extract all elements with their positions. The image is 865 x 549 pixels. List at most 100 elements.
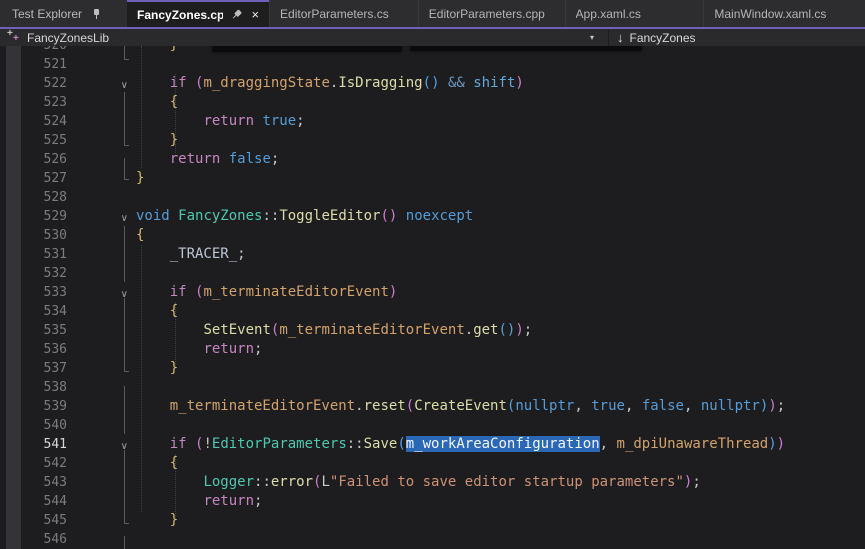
- code-text: SetEvent(m_terminateEditorEvent.get());: [136, 321, 532, 340]
- code-line[interactable]: 535 SetEvent(m_terminateEditorEvent.get(…: [0, 321, 865, 340]
- line-number: 540: [0, 416, 67, 435]
- code-line[interactable]: 539 m_terminateEditorEvent.reset(CreateE…: [0, 397, 865, 416]
- fold-chevron-icon[interactable]: ∨: [121, 213, 128, 224]
- fold-margin: [67, 264, 136, 283]
- fold-margin: ∨: [67, 435, 136, 454]
- line-number: 524: [0, 112, 67, 131]
- line-number: 530: [0, 226, 67, 245]
- project-dropdown-label: FancyZonesLib: [27, 31, 109, 45]
- code-line[interactable]: 533∨ if (m_terminateEditorEvent): [0, 283, 865, 302]
- tab-label: MainWindow.xaml.cs: [714, 7, 826, 21]
- member-dropdown[interactable]: ↓ FancyZones: [609, 29, 696, 46]
- code-line[interactable]: 522∨ if (m_draggingState.IsDragging() &&…: [0, 74, 865, 93]
- code-line[interactable]: 530 {: [0, 226, 865, 245]
- code-line[interactable]: 525 }: [0, 131, 865, 150]
- tool-tab-label: Test Explorer: [12, 7, 82, 21]
- fold-chevron-icon[interactable]: ∨: [121, 80, 128, 91]
- line-number: 546: [0, 530, 67, 549]
- fold-margin: [67, 245, 136, 264]
- line-number: 521: [0, 55, 67, 74]
- fold-margin: [67, 454, 136, 473]
- code-line[interactable]: 540: [0, 416, 865, 435]
- code-text: }: [136, 359, 178, 378]
- navigation-bar: ++ FancyZonesLib ▾ ↓ FancyZones: [0, 29, 865, 46]
- code-line[interactable]: 537 }: [0, 359, 865, 378]
- code-line[interactable]: 524 return true;: [0, 112, 865, 131]
- line-number: 531: [0, 245, 67, 264]
- fold-margin: ∨: [67, 74, 136, 93]
- fold-chevron-icon[interactable]: ∨: [121, 441, 128, 452]
- code-text: }: [136, 46, 178, 55]
- code-text: }: [136, 131, 178, 150]
- pin-icon[interactable]: [92, 8, 102, 20]
- code-line[interactable]: 544 return;: [0, 492, 865, 511]
- code-line[interactable]: 523 {: [0, 93, 865, 112]
- code-line[interactable]: 545 }: [0, 511, 865, 530]
- visual-studio-window: Test Explorer FancyZones.cpp × EditorPar…: [0, 0, 865, 549]
- pin-icon[interactable]: [230, 7, 246, 23]
- code-text: return;: [136, 492, 262, 511]
- line-number: 525: [0, 131, 67, 150]
- code-text: return true;: [136, 112, 305, 131]
- fold-margin: [67, 473, 136, 492]
- code-text: if (m_terminateEditorEvent): [136, 283, 397, 302]
- line-number: 536: [0, 340, 67, 359]
- close-icon[interactable]: ×: [251, 8, 259, 21]
- code-text: return false;: [136, 150, 279, 169]
- fold-chevron-icon[interactable]: ∨: [121, 289, 128, 300]
- code-editor[interactable]: 520 }521522∨ if (m_draggingState.IsDragg…: [0, 46, 865, 549]
- code-line[interactable]: 538: [0, 378, 865, 397]
- line-number: 541: [0, 435, 67, 454]
- line-number: 544: [0, 492, 67, 511]
- code-text: {: [136, 454, 178, 473]
- line-number: 527: [0, 169, 67, 188]
- tab-app-xaml-cs[interactable]: App.xaml.cs: [565, 0, 704, 27]
- code-line[interactable]: 531 _TRACER_;: [0, 245, 865, 264]
- code-line[interactable]: 520 }: [0, 46, 865, 55]
- fold-margin: [67, 46, 136, 55]
- project-dropdown[interactable]: ++ FancyZonesLib ▾: [0, 29, 608, 46]
- tab-editorparameters-cpp[interactable]: EditorParameters.cpp: [418, 0, 565, 27]
- tab-label: EditorParameters.cs: [280, 7, 389, 21]
- line-number: 543: [0, 473, 67, 492]
- tab-label: App.xaml.cs: [576, 7, 641, 21]
- code-text: m_terminateEditorEvent.reset(CreateEvent…: [136, 397, 785, 416]
- line-number: 537: [0, 359, 67, 378]
- tab-mainwindow-xaml-cs[interactable]: MainWindow.xaml.cs: [703, 0, 865, 27]
- line-number: 523: [0, 93, 67, 112]
- fold-margin: [67, 321, 136, 340]
- code-line[interactable]: 543 Logger::error(L"Failed to save edito…: [0, 473, 865, 492]
- code-line[interactable]: 521: [0, 55, 865, 74]
- code-line[interactable]: 534 {: [0, 302, 865, 321]
- fold-margin: [67, 112, 136, 131]
- fold-margin: [67, 131, 136, 150]
- code-line[interactable]: 528: [0, 188, 865, 207]
- fold-margin: [67, 169, 136, 188]
- code-line[interactable]: 541∨ if (!EditorParameters::Save(m_workA…: [0, 435, 865, 454]
- line-number: 535: [0, 321, 67, 340]
- fold-margin: [67, 226, 136, 245]
- code-line[interactable]: 546: [0, 530, 865, 549]
- code-text: {: [136, 93, 178, 112]
- fold-margin: [67, 359, 136, 378]
- fold-margin: [67, 55, 136, 74]
- code-line[interactable]: 542 {: [0, 454, 865, 473]
- code-line[interactable]: 532: [0, 264, 865, 283]
- line-number: 526: [0, 150, 67, 169]
- code-text: _TRACER_;: [136, 245, 246, 264]
- code-line[interactable]: 529∨void FancyZones::ToggleEditor() noex…: [0, 207, 865, 226]
- line-number: 522: [0, 74, 67, 93]
- code-line[interactable]: 527}: [0, 169, 865, 188]
- code-line[interactable]: 526 return false;: [0, 150, 865, 169]
- tool-tab-test-explorer[interactable]: Test Explorer: [0, 0, 111, 27]
- code-text: }: [136, 511, 178, 530]
- tab-fancyzones-cpp[interactable]: FancyZones.cpp ×: [127, 0, 269, 27]
- member-dropdown-label: FancyZones: [630, 31, 696, 45]
- code-line[interactable]: 536 return;: [0, 340, 865, 359]
- line-number: 534: [0, 302, 67, 321]
- code-text: {: [136, 302, 178, 321]
- code-text: {: [136, 226, 144, 245]
- tab-editorparameters-cs[interactable]: EditorParameters.cs: [269, 0, 418, 27]
- code-text: return;: [136, 340, 262, 359]
- fold-margin: [67, 530, 136, 549]
